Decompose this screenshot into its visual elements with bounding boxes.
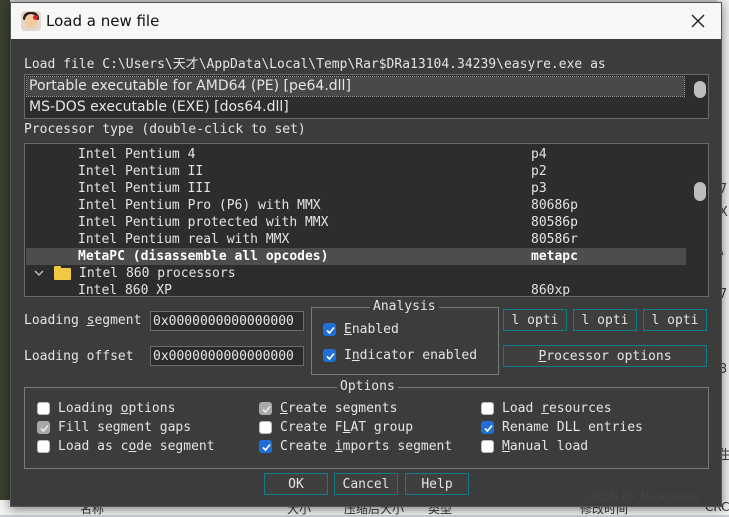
cancel-button[interactable]: Cancel (334, 473, 398, 495)
load-file-label: Load file C:\Users\天才\AppData\Local\Temp… (24, 53, 606, 72)
title-bar[interactable]: Load a new file (11, 3, 721, 39)
close-button[interactable] (675, 3, 721, 39)
kernel-options-2-button[interactable]: l opti (573, 309, 637, 331)
load-file-dialog: Load a new file Load file C:\Users\天才\Ap… (10, 2, 722, 507)
watermark: CSDN @_Nickname (584, 490, 700, 504)
folder-icon (54, 266, 71, 280)
loading-offset-input[interactable]: 0x0000000000000000 (150, 346, 304, 366)
processor-row[interactable]: Intel Pentium protected with MMX 80586p (26, 214, 686, 231)
scrollbar-thumb[interactable] (694, 81, 706, 98)
ida-app-icon (21, 11, 41, 31)
checkbox-checked[interactable] (481, 421, 494, 434)
window-title: Load a new file (46, 12, 160, 30)
processor-row[interactable]: Intel Pentium III p3 (26, 180, 686, 197)
load-file-prefix: Load file (24, 57, 95, 72)
checkbox-unchecked[interactable] (37, 402, 50, 415)
checkbox-unchecked[interactable] (481, 440, 494, 453)
load-file-suffix: as (590, 57, 606, 72)
processor-type-label: Processor type (double-click to set) (24, 122, 306, 137)
processor-options-button[interactable]: Processor options (503, 345, 707, 367)
loading-offset-label: Loading offset (24, 349, 134, 364)
analysis-group-title: Analysis (370, 299, 439, 315)
loading-segment-input[interactable]: 0x0000000000000000 (150, 311, 304, 331)
checkbox-unchecked[interactable] (259, 421, 272, 434)
checkbox-checked[interactable] (323, 323, 336, 336)
kernel-options-1-button[interactable]: l opti (503, 309, 567, 331)
loading-segment-label: Loading segment (24, 313, 142, 328)
options-group: Options Loading options Create segments … (24, 379, 709, 469)
background-desktop-strip (0, 0, 10, 515)
processor-group-row[interactable]: Intel 860 processors (26, 265, 686, 282)
processor-list-scrollbar[interactable] (694, 147, 706, 293)
checkbox-checked-disabled[interactable] (259, 402, 272, 415)
processor-row[interactable]: Intel Pentium Pro (P6) with MMX 80686p (26, 197, 686, 214)
checkbox-checked[interactable] (259, 440, 272, 453)
format-item[interactable]: Portable executable for AMD64 (PE) [pe64… (26, 76, 685, 97)
processor-list[interactable]: Intel Pentium 4 p4 Intel Pentium II p2 I… (24, 143, 709, 297)
processor-row[interactable]: Intel Pentium 4 p4 (26, 146, 686, 163)
load-file-path: C:\Users\天才\AppData\Local\Temp\Rar$DRa13… (102, 57, 583, 72)
analysis-group: Analysis Enabled Indicator enabled (311, 299, 499, 375)
chevron-down-icon[interactable] (34, 269, 44, 277)
ok-button[interactable]: OK (264, 473, 328, 495)
checkbox-checked[interactable] (323, 349, 336, 362)
processor-row[interactable]: Intel Pentium real with MMX 80586r (26, 231, 686, 248)
format-list-scrollbar[interactable] (694, 79, 706, 115)
scrollbar-thumb[interactable] (694, 182, 706, 201)
processor-row[interactable]: Intel 860 XP 860xp (26, 282, 686, 296)
processor-row-selected[interactable]: MetaPC (disassemble all opcodes) metapc (26, 248, 686, 265)
kernel-options-3-button[interactable]: l opti (643, 309, 707, 331)
format-list[interactable]: Portable executable for AMD64 (PE) [pe64… (24, 74, 709, 119)
close-icon (691, 14, 705, 28)
checkbox-checked-disabled[interactable] (37, 421, 50, 434)
format-item[interactable]: MS-DOS executable (EXE) [dos64.dll] (27, 98, 684, 117)
options-group-title: Options (337, 379, 398, 395)
checkbox-unchecked[interactable] (481, 402, 494, 415)
checkbox-unchecked[interactable] (37, 440, 50, 453)
processor-row[interactable]: Intel Pentium II p2 (26, 163, 686, 180)
help-button[interactable]: Help (405, 473, 469, 495)
